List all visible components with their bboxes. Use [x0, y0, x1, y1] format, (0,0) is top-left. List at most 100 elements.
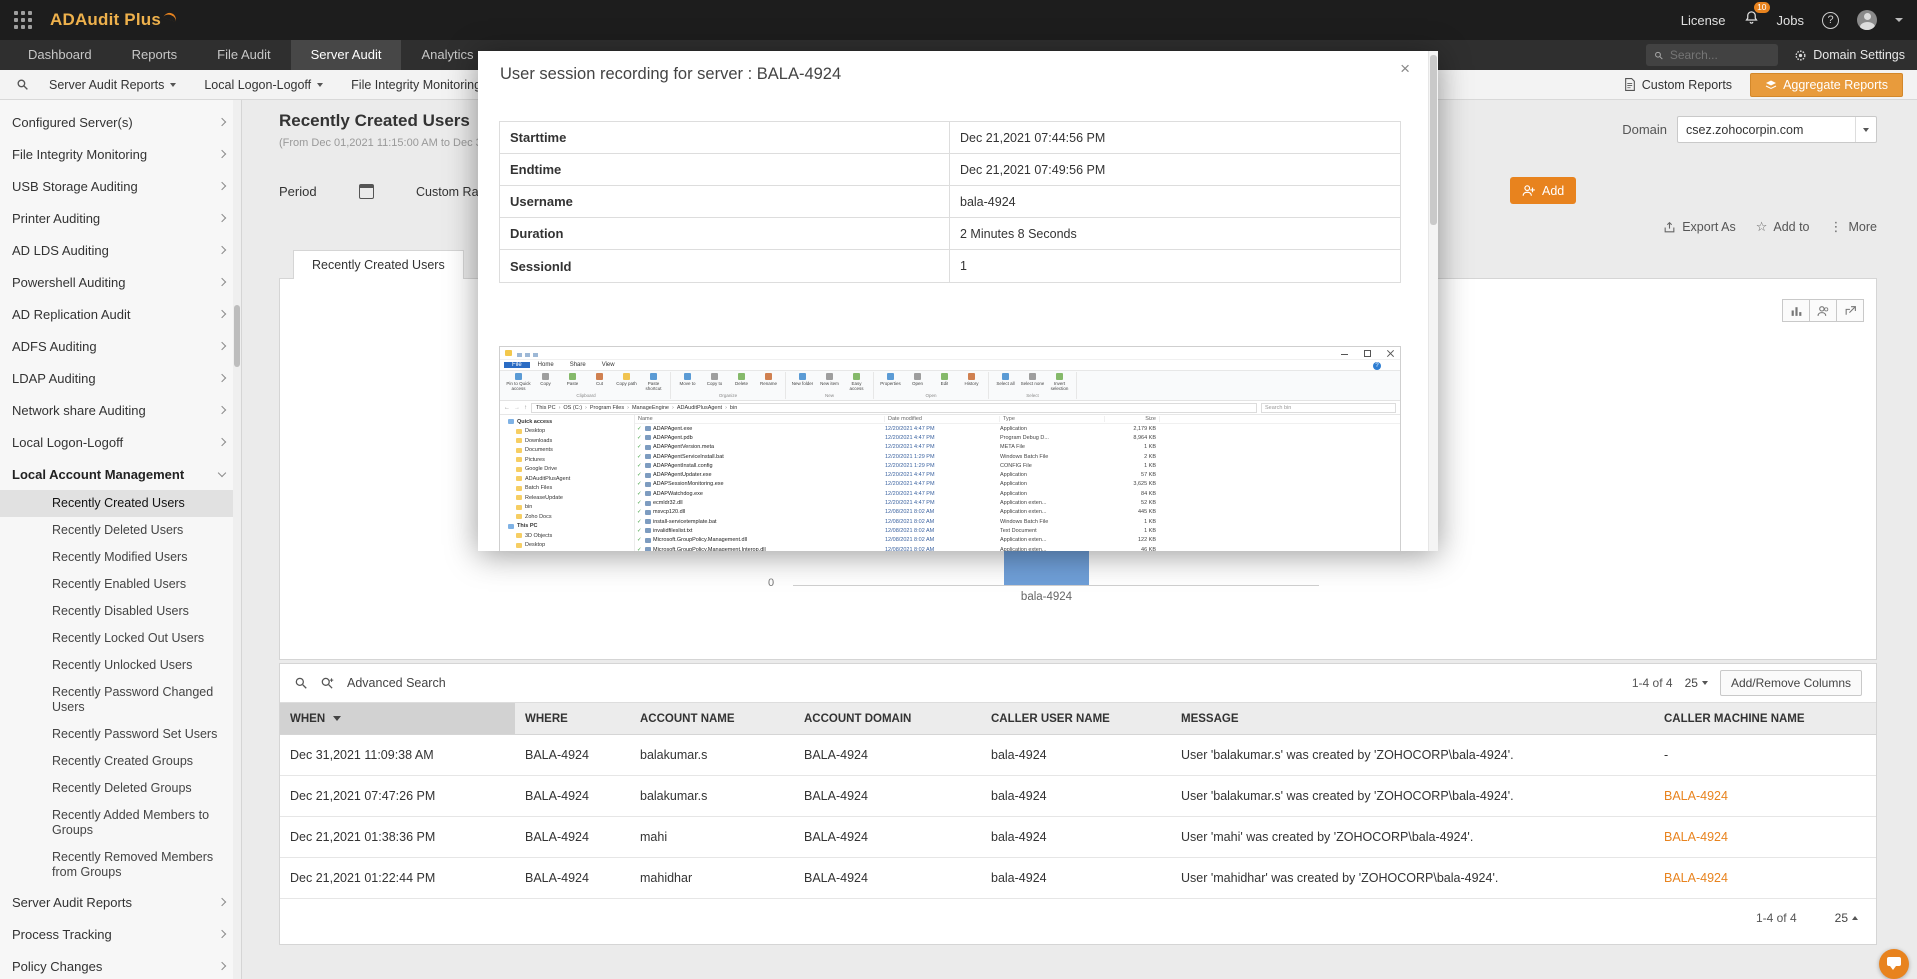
column-header-when[interactable]: WHEN — [280, 703, 515, 734]
search-input[interactable] — [1669, 48, 1771, 62]
ribbon-button-icon — [1029, 373, 1036, 380]
sidebar-item[interactable]: Network share Auditing — [0, 394, 241, 426]
nav-tab[interactable]: Reports — [112, 40, 198, 70]
calendar-icon[interactable] — [359, 184, 374, 199]
sidebar-subitem[interactable]: Recently Created Users — [0, 490, 241, 517]
help-icon[interactable]: ? — [1822, 11, 1839, 29]
sidebar-subitem[interactable]: Recently Added Members to Groups — [0, 802, 241, 844]
sidebar-subitem[interactable]: Recently Locked Out Users — [0, 625, 241, 652]
subnav-menu[interactable]: Server Audit Reports — [35, 78, 190, 92]
sidebar-item[interactable]: LDAP Auditing — [0, 362, 241, 394]
report-tab-recently-created-users[interactable]: Recently Created Users — [293, 250, 464, 279]
sidebar-subitem[interactable]: Recently Deleted Users — [0, 517, 241, 544]
sidebar-item[interactable]: USB Storage Auditing — [0, 170, 241, 202]
user-menu-caret-icon[interactable] — [1895, 18, 1903, 22]
advanced-search-icon[interactable] — [320, 676, 335, 690]
sidebar-subitem[interactable]: Recently Password Changed Users — [0, 679, 241, 721]
column-header-account-domain[interactable]: ACCOUNT DOMAIN — [794, 713, 981, 725]
sidebar-item[interactable]: Process Tracking — [0, 918, 241, 950]
cell-account-domain: BALA-4924 — [804, 830, 868, 844]
ribbon-button: Select none — [1020, 373, 1045, 386]
sidebar-subitem[interactable]: Recently Password Set Users — [0, 721, 241, 748]
sidebar-subitem[interactable]: Recently Removed Members from Groups — [0, 844, 241, 886]
sidebar-scrollbar-thumb[interactable] — [234, 305, 240, 367]
subnav-menu[interactable]: Local Logon-Logoff — [190, 78, 337, 92]
custom-reports-button[interactable]: Custom Reports — [1612, 74, 1744, 96]
global-search-box[interactable] — [1646, 44, 1779, 66]
table-search-icon[interactable] — [294, 676, 308, 690]
file-type: Application exten... — [1000, 500, 1047, 507]
session-detail-row: SessionId 1 — [500, 250, 1400, 282]
sidebar-subitem[interactable]: Recently Unlocked Users — [0, 652, 241, 679]
nav-tab[interactable]: File Audit — [197, 40, 290, 70]
add-button[interactable]: Add — [1510, 177, 1577, 204]
explorer-nav-item: This PC — [500, 522, 634, 532]
sidebar-item[interactable]: File Integrity Monitoring — [0, 138, 241, 170]
sidebar-item[interactable]: Printer Auditing — [0, 202, 241, 234]
sidebar-subitem[interactable]: Recently Disabled Users — [0, 598, 241, 625]
sidebar-item[interactable]: Configured Server(s) — [0, 106, 241, 138]
app-launcher-icon[interactable] — [14, 11, 32, 29]
sidebar-item[interactable]: Server Audit Reports — [0, 886, 241, 918]
more-action[interactable]: More — [1830, 219, 1877, 235]
chart-users-button[interactable] — [1809, 299, 1837, 322]
modal-scrollbar[interactable] — [1428, 51, 1438, 551]
sidebar-item[interactable]: ADFS Auditing — [0, 330, 241, 362]
domain-select[interactable]: csez.zohocorpin.com — [1677, 116, 1877, 143]
column-header-account-name[interactable]: ACCOUNT NAME — [630, 713, 794, 725]
notifications-button[interactable]: 10 — [1744, 2, 1770, 30]
column-header-message[interactable]: MESSAGE — [1171, 713, 1654, 725]
sidebar-item[interactable]: AD LDS Auditing — [0, 234, 241, 266]
sidebar-item[interactable]: AD Replication Audit — [0, 298, 241, 330]
cell-caller-machine-name[interactable]: BALA-4924 — [1654, 871, 1874, 885]
close-icon[interactable] — [1400, 59, 1410, 79]
sidebar-subitem[interactable]: Recently Modified Users — [0, 544, 241, 571]
sidebar-subitem[interactable]: Recently Deleted Groups — [0, 775, 241, 802]
cell-caller-machine-name[interactable]: - — [1654, 748, 1874, 762]
cell-caller-machine-name[interactable]: BALA-4924 — [1654, 830, 1874, 844]
sidebar-scrollbar[interactable] — [233, 100, 241, 979]
file-type: CONFIG File — [1000, 462, 1032, 469]
chart-type-button[interactable] — [1782, 299, 1810, 322]
file-name: Microsoft.GroupPolicy.Management.dll — [653, 537, 748, 544]
table-row[interactable]: Dec 21,2021 01:38:36 PM BALA-4924 mahi B… — [280, 817, 1876, 858]
domain-settings-button[interactable]: Domain Settings — [1794, 48, 1905, 62]
page-title: Recently Created Users — [279, 111, 470, 130]
page-size-dropdown[interactable]: 25 — [1685, 676, 1708, 690]
file-column-date: Date modified — [885, 416, 1000, 422]
add-remove-columns-button[interactable]: Add/Remove Columns — [1719, 670, 1862, 696]
user-avatar[interactable] — [1857, 10, 1877, 30]
jobs-link[interactable]: Jobs — [1777, 13, 1804, 28]
sidebar-item[interactable]: Policy Changes — [0, 950, 241, 979]
sidebar-item-local-account-management[interactable]: Local Account Management — [0, 458, 241, 490]
column-header-where[interactable]: WHERE — [515, 713, 630, 725]
table-row[interactable]: Dec 31,2021 11:09:38 AM BALA-4924 balaku… — [280, 735, 1876, 776]
license-link[interactable]: License — [1681, 13, 1726, 28]
chart-export-button[interactable] — [1836, 299, 1864, 322]
table-row[interactable]: Dec 21,2021 07:47:26 PM BALA-4924 balaku… — [280, 776, 1876, 817]
add-to-action[interactable]: Add to — [1756, 219, 1809, 235]
advanced-search-label[interactable]: Advanced Search — [347, 676, 446, 690]
table-row[interactable]: Dec 21,2021 01:22:44 PM BALA-4924 mahidh… — [280, 858, 1876, 899]
session-recording-player[interactable]: File Home Share View Pin to Quick access… — [499, 346, 1401, 551]
chat-support-button[interactable] — [1879, 949, 1909, 979]
cell-caller-user-name: bala-4924 — [991, 871, 1047, 885]
export-as-action[interactable]: Export As — [1663, 220, 1736, 234]
aggregate-reports-button[interactable]: Aggregate Reports — [1750, 72, 1903, 97]
nav-tab[interactable]: Dashboard — [8, 40, 112, 70]
sidebar-item[interactable]: Powershell Auditing — [0, 266, 241, 298]
nav-tab[interactable]: Server Audit — [290, 40, 402, 70]
column-header-caller-user-name[interactable]: CALLER USER NAME — [981, 713, 1171, 725]
sidebar-item[interactable]: Local Logon-Logoff — [0, 426, 241, 458]
ribbon-button-label: Cut — [595, 381, 603, 386]
modal-scrollbar-thumb[interactable] — [1430, 55, 1437, 225]
sidebar-subitem[interactable]: Recently Created Groups — [0, 748, 241, 775]
session-detail-row: Username bala-4924 — [500, 186, 1400, 218]
adaudit-plus-logo[interactable]: ADAudit Plus — [50, 10, 178, 30]
ribbon-button: Paste shortcut — [641, 373, 666, 391]
report-search-icon[interactable] — [16, 78, 29, 91]
column-header-caller-machine-name[interactable]: CALLER MACHINE NAME — [1654, 713, 1874, 725]
footer-page-size-dropdown[interactable]: 25 — [1835, 911, 1858, 925]
sidebar-subitem[interactable]: Recently Enabled Users — [0, 571, 241, 598]
cell-caller-machine-name[interactable]: BALA-4924 — [1654, 789, 1874, 803]
